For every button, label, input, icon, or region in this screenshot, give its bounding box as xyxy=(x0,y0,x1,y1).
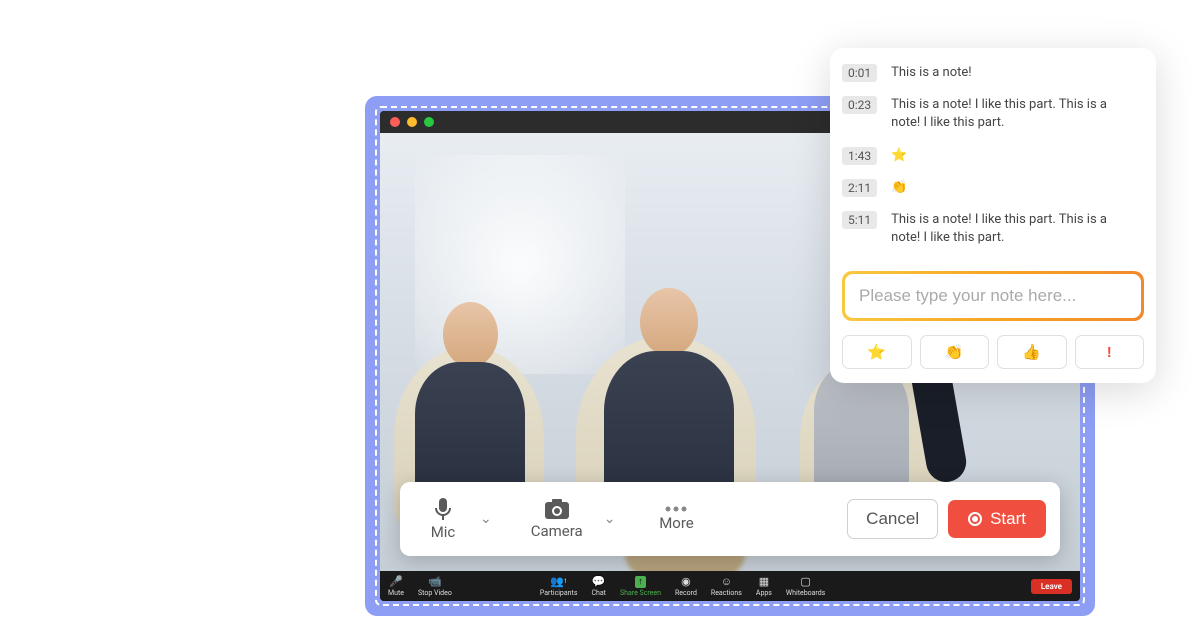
zoom-record-button[interactable]: ◉ Record xyxy=(675,576,697,597)
notes-panel: 0:01 This is a note! 0:23 This is a note… xyxy=(830,48,1156,383)
zoom-reactions-button[interactable]: ☺ Reactions xyxy=(711,576,742,597)
note-text: This is a note! I like this part. This i… xyxy=(891,211,1138,247)
zoom-mute-button[interactable]: 🎤 Mute xyxy=(388,576,404,597)
zoom-leave-button[interactable]: Leave xyxy=(1031,579,1072,594)
note-row: 0:23 This is a note! I like this part. T… xyxy=(842,96,1138,132)
note-row: 0:01 This is a note! xyxy=(842,64,1138,82)
note-input[interactable] xyxy=(845,274,1141,318)
note-input-container xyxy=(842,271,1144,321)
note-timestamp[interactable]: 2:11 xyxy=(842,179,877,197)
note-text: ⭐ xyxy=(891,147,1138,165)
apps-icon: ▦ xyxy=(759,576,769,588)
zoom-participants-button[interactable]: 👥1 Participants xyxy=(540,576,578,597)
close-window-button[interactable] xyxy=(390,117,400,127)
zoom-share-screen-button[interactable]: ↑ Share Screen xyxy=(620,576,661,597)
maximize-window-button[interactable] xyxy=(424,117,434,127)
record-icon xyxy=(968,512,982,526)
reaction-clap-button[interactable]: 👏 xyxy=(920,335,990,369)
mic-label: Mic xyxy=(431,523,456,541)
whiteboard-icon: ▢ xyxy=(800,576,810,588)
start-button[interactable]: Start xyxy=(948,500,1046,538)
notes-list[interactable]: 0:01 This is a note! 0:23 This is a note… xyxy=(842,64,1144,261)
note-timestamp[interactable]: 5:11 xyxy=(842,211,877,229)
note-timestamp[interactable]: 0:01 xyxy=(842,64,877,82)
zoom-apps-button[interactable]: ▦ Apps xyxy=(756,576,772,597)
note-row: 1:43 ⭐ xyxy=(842,147,1138,165)
note-row: 5:11 This is a note! I like this part. T… xyxy=(842,211,1138,247)
mic-chevron-icon[interactable]: ⌄ xyxy=(472,511,500,527)
more-control[interactable]: More xyxy=(647,506,705,532)
record-icon: ◉ xyxy=(681,576,691,588)
zoom-stop-video-button[interactable]: 📹 Stop Video xyxy=(418,576,452,597)
mic-icon xyxy=(433,497,453,521)
camera-chevron-icon[interactable]: ⌄ xyxy=(596,511,624,527)
zoom-controls-bar: 🎤 Mute 📹 Stop Video 👥1 Participants 💬 Ch… xyxy=(380,571,1080,601)
reaction-buttons: ⭐ 👏 👍 ! xyxy=(842,335,1144,369)
cancel-button[interactable]: Cancel xyxy=(847,499,938,539)
mic-icon: 🎤 xyxy=(389,576,403,588)
chat-icon: 💬 xyxy=(592,576,606,588)
note-timestamp[interactable]: 1:43 xyxy=(842,147,877,165)
camera-control[interactable]: Camera xyxy=(518,498,596,540)
participants-icon: 👥1 xyxy=(550,576,567,588)
note-text: This is a note! xyxy=(891,64,1138,82)
note-text: This is a note! I like this part. This i… xyxy=(891,96,1138,132)
zoom-whiteboards-button[interactable]: ▢ Whiteboards xyxy=(786,576,825,597)
camera-icon xyxy=(544,498,570,520)
reaction-exclaim-button[interactable]: ! xyxy=(1075,335,1145,369)
note-row: 2:11 👏 xyxy=(842,179,1138,197)
video-icon: 📹 xyxy=(428,576,442,588)
more-icon xyxy=(664,506,688,512)
reaction-star-button[interactable]: ⭐ xyxy=(842,335,912,369)
reactions-icon: ☺ xyxy=(721,576,732,588)
recording-toolbar: Mic ⌄ Camera ⌄ More Cancel xyxy=(400,482,1060,556)
minimize-window-button[interactable] xyxy=(407,117,417,127)
share-icon: ↑ xyxy=(635,576,646,588)
start-label: Start xyxy=(990,509,1026,529)
camera-label: Camera xyxy=(531,522,583,540)
zoom-chat-button[interactable]: 💬 Chat xyxy=(591,576,606,597)
note-timestamp[interactable]: 0:23 xyxy=(842,96,877,114)
note-text: 👏 xyxy=(891,179,1138,197)
more-label: More xyxy=(659,514,694,532)
reaction-thumbsup-button[interactable]: 👍 xyxy=(997,335,1067,369)
mic-control[interactable]: Mic xyxy=(414,497,472,541)
